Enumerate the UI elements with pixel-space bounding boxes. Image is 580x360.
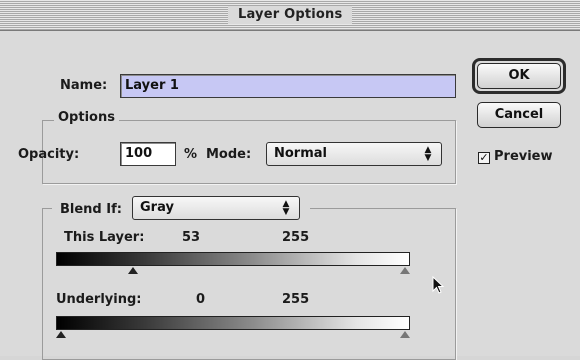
underlying-white-slider[interactable] bbox=[400, 331, 410, 338]
name-label: Name: bbox=[60, 78, 108, 93]
title-bar[interactable]: Layer Options bbox=[0, 0, 580, 31]
mode-label: Mode: bbox=[206, 147, 252, 162]
underlying-gradient-bar bbox=[56, 316, 410, 330]
opacity-unit: % bbox=[184, 147, 198, 162]
mode-value: Normal bbox=[274, 146, 327, 161]
underlying-white-value: 255 bbox=[282, 292, 310, 307]
blend-if-popup[interactable]: Gray ▲ ▼ bbox=[132, 196, 300, 220]
underlying-label: Underlying: bbox=[56, 292, 142, 307]
preview-label[interactable]: Preview bbox=[494, 149, 553, 164]
cancel-button[interactable]: Cancel bbox=[477, 102, 561, 128]
mouse-pointer-icon bbox=[432, 276, 445, 294]
blend-if-channel: Gray bbox=[140, 200, 174, 215]
name-field[interactable]: Layer 1 bbox=[120, 74, 456, 98]
layer-options-dialog: Layer Options Name: Layer 1 Options Opac… bbox=[0, 0, 580, 360]
underlying-black-slider[interactable] bbox=[56, 331, 66, 338]
this-layer-white-slider[interactable] bbox=[400, 267, 410, 274]
this-layer-black-slider[interactable] bbox=[127, 267, 138, 274]
opacity-label: Opacity: bbox=[18, 147, 80, 162]
checkmark-icon: ✓ bbox=[479, 151, 489, 164]
popup-arrows-icon: ▲ ▼ bbox=[424, 145, 432, 163]
underlying-black-value: 0 bbox=[196, 292, 206, 307]
options-group-label: Options bbox=[54, 110, 119, 125]
this-layer-black-value: 53 bbox=[182, 230, 201, 245]
preview-checkbox[interactable]: ✓ bbox=[478, 152, 490, 164]
this-layer-gradient-bar bbox=[56, 252, 410, 266]
popup-arrows-icon: ▲ ▼ bbox=[282, 199, 290, 217]
this-layer-label: This Layer: bbox=[64, 230, 145, 245]
mode-popup[interactable]: Normal ▲ ▼ bbox=[266, 142, 442, 166]
blend-if-label: Blend If: bbox=[60, 202, 122, 217]
opacity-field[interactable]: 100 bbox=[120, 142, 176, 166]
this-layer-white-value: 255 bbox=[282, 230, 310, 245]
window-title: Layer Options bbox=[228, 6, 353, 24]
ok-button[interactable]: OK bbox=[477, 63, 561, 89]
